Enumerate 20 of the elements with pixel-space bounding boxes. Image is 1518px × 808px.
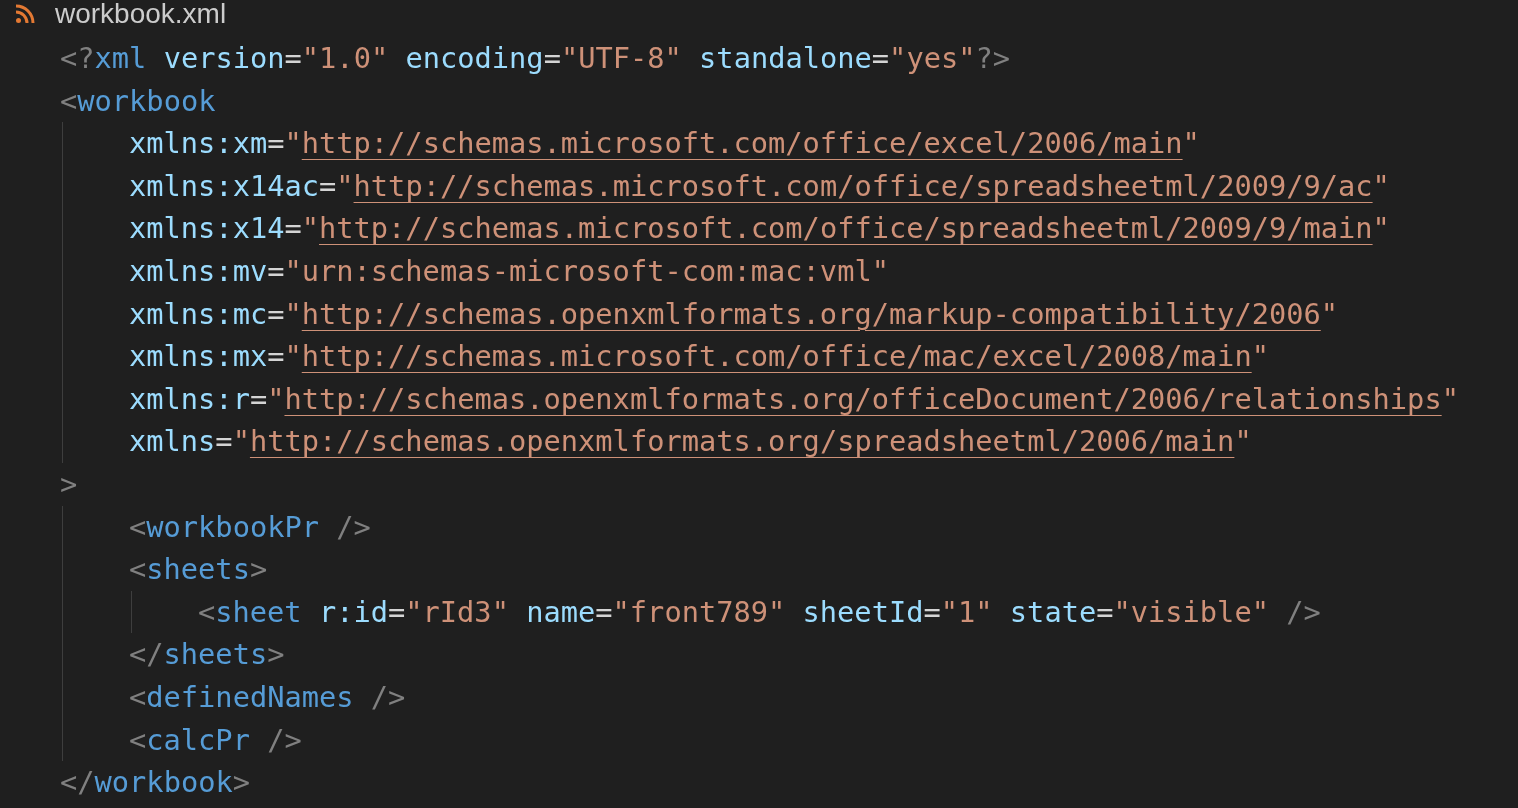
code-line: <?xml version="1.0" encoding="UTF-8" standalone="yes"?>: [60, 41, 1010, 75]
code-line: xmlns:r="http://schemas.openxmlformats.org/officeDocument/2006/relationships": [129, 381, 1459, 416]
file-name[interactable]: workbook.xml: [55, 0, 227, 30]
code-line: </workbook>: [60, 765, 250, 800]
code-line: <sheets>: [129, 552, 268, 587]
code-line: xmlns="http://schemas.openxmlformats.org/spreadsheetml/2006/main": [129, 424, 1252, 459]
code-line: <definedNames />: [129, 679, 406, 714]
code-line: xmlns:xm="http://schemas.microsoft.com/office/excel/2006/main": [129, 126, 1200, 161]
code-line: <calcPr />: [129, 722, 302, 757]
code-line: <workbookPr />: [129, 509, 371, 544]
code-line: xmlns:x14="http://schemas.microsoft.com/office/spreadsheetml/2009/9/main": [129, 211, 1390, 246]
code-line: xmlns:mx="http://schemas.microsoft.com/office/mac/excel/2008/main": [129, 339, 1269, 374]
code-line: <sheet r:id="rId3" name="front789" sheetId="1" state="visible" />: [198, 594, 1321, 629]
code-line: >: [60, 466, 78, 501]
code-line: </sheets>: [129, 637, 285, 672]
rss-icon: [15, 4, 35, 24]
code-line: xmlns:x14ac="http://schemas.microsoft.com/office/spreadsheetml/2009/9/ac": [129, 168, 1390, 203]
code-line: <workbook: [60, 83, 216, 118]
code-line: xmlns:mv="urn:schemas-microsoft-com:mac:vml": [129, 253, 889, 288]
code-line: xmlns:mc="http://schemas.openxmlformats.org/markup-compatibility/2006": [129, 296, 1339, 331]
